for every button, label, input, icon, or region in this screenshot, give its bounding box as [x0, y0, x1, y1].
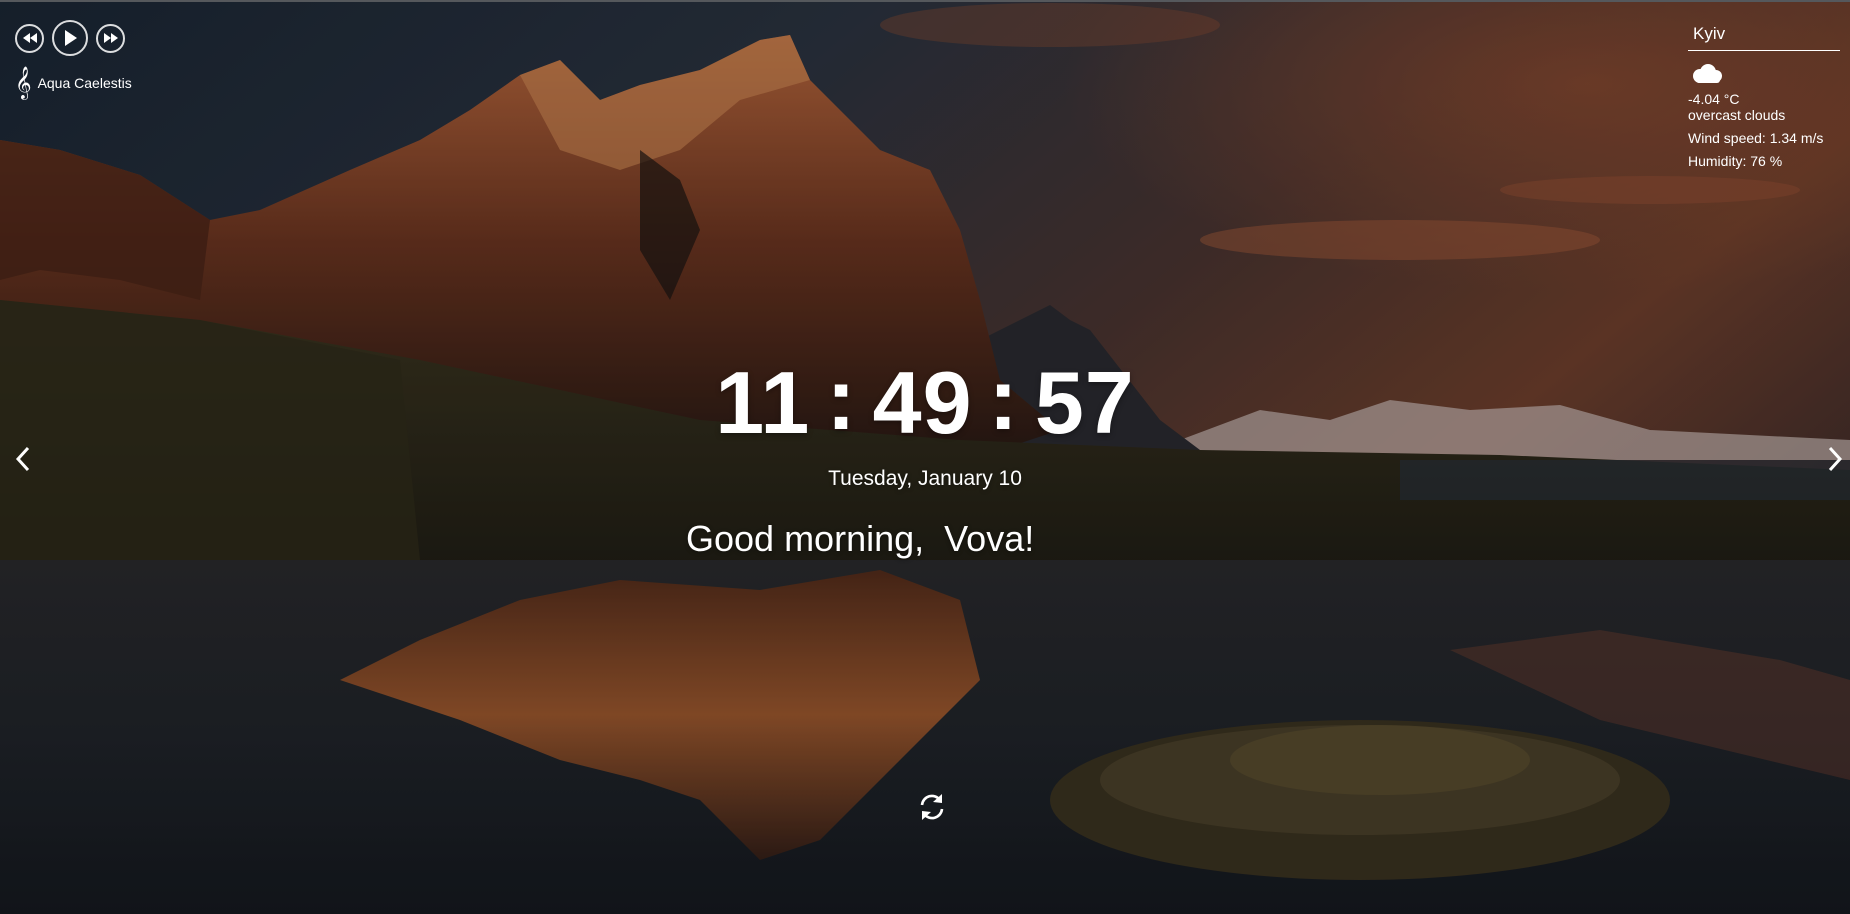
clock-hours: 11 — [715, 353, 811, 452]
greeting: Good morning, Vova! — [686, 518, 1034, 560]
weather-widget: -4.04 °C overcast clouds Wind speed: 1.3… — [1688, 22, 1840, 169]
prev-icon — [22, 33, 37, 43]
temperature: -4.04 °C — [1688, 91, 1740, 107]
date: Tuesday, January 10 — [828, 467, 1022, 490]
clock-seconds: 57 — [1034, 353, 1135, 452]
next-track-button[interactable] — [96, 23, 125, 53]
slide-prev-button[interactable] — [10, 444, 36, 474]
cloud-icon — [1688, 63, 1840, 87]
background-overlay — [0, 0, 1850, 914]
clock-separator: : — [988, 349, 1019, 448]
clock: 11:49:57 — [0, 351, 1850, 452]
momentum-page: 𝄞 Aqua Caelestis -4.04 °C overcast cloud… — [0, 0, 1850, 914]
prev-track-button[interactable] — [15, 23, 44, 53]
wind-speed: Wind speed: 1.34 m/s — [1688, 130, 1824, 146]
change-quote-button[interactable] — [916, 791, 948, 823]
name-input[interactable]: Vova! — [944, 518, 1034, 559]
top-border — [0, 0, 1850, 2]
clock-separator: : — [826, 349, 857, 448]
city-input[interactable] — [1688, 22, 1840, 51]
audio-player: 𝄞 Aqua Caelestis — [15, 20, 215, 98]
track-name: Aqua Caelestis — [37, 75, 132, 91]
weather-description: overcast clouds — [1688, 107, 1786, 123]
chevron-left-icon — [15, 446, 30, 472]
player-controls — [15, 20, 215, 56]
clock-minutes: 49 — [872, 353, 973, 452]
humidity: Humidity: 76 % — [1688, 153, 1783, 169]
slide-next-button[interactable] — [1822, 444, 1848, 474]
playlist-item[interactable]: 𝄞 Aqua Caelestis — [15, 68, 215, 98]
play-icon — [65, 30, 77, 46]
greeting-text: Good morning, — [686, 518, 935, 559]
treble-clef-icon: 𝄞 — [15, 66, 32, 99]
play-button[interactable] — [52, 20, 88, 56]
chevron-right-icon — [1828, 446, 1843, 472]
refresh-icon — [920, 794, 944, 820]
next-icon — [103, 33, 118, 43]
